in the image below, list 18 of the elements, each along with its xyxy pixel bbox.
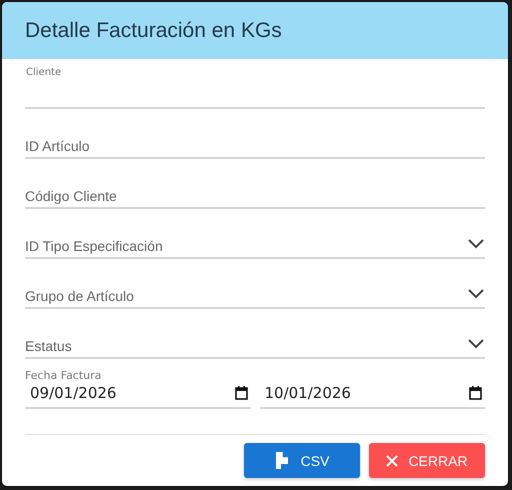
chevron-down-icon (468, 239, 484, 249)
file-icon (274, 452, 291, 470)
date-field[interactable]: 10/01/2026 (260, 382, 485, 409)
chevron-down-icon (468, 339, 484, 349)
select-field[interactable]: ID Tipo Especificación (25, 238, 485, 259)
select-field[interactable]: Estatus (25, 338, 485, 359)
input-field[interactable]: Código Cliente (25, 188, 485, 209)
chevron-down-icon (468, 289, 484, 299)
calendar-icon[interactable] (234, 386, 248, 400)
csv-button[interactable]: CSV (244, 443, 360, 478)
field-label: Fecha Factura (25, 369, 102, 382)
close-icon (386, 454, 398, 466)
date-field[interactable]: 09/01/2026 (25, 382, 250, 409)
input-field[interactable]: ID Artículo (25, 138, 485, 159)
select-field[interactable]: Grupo de Artículo (25, 288, 485, 309)
calendar-icon[interactable] (469, 386, 482, 400)
dialog-title: Detalle Facturación en KGs (25, 18, 282, 42)
field-label: Cliente (26, 67, 62, 78)
